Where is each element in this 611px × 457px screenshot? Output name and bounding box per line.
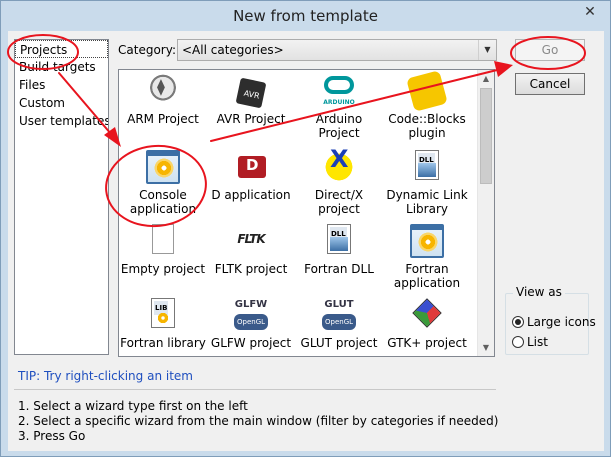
dialog-body: Projects Build targets Files Custom User… [8, 31, 604, 451]
instruction-step: 3. Press Go [18, 429, 86, 443]
type-item-custom[interactable]: Custom [15, 94, 108, 112]
fltk-icon: FLTK [237, 232, 265, 246]
template-glut-project[interactable]: GLUT OpenGL GLUT project [295, 298, 383, 350]
template-arduino-project[interactable]: ARDUINO Arduino Project [295, 74, 383, 140]
app-window-icon [410, 224, 444, 258]
scroll-thumb[interactable] [480, 88, 492, 184]
vertical-scrollbar[interactable]: ▲ ▼ [477, 70, 494, 356]
template-gtk-project[interactable]: GTK+ project [383, 298, 471, 350]
lib-icon: LIB [146, 298, 180, 332]
instructions: 1. Select a wizard type first on the lef… [18, 399, 498, 444]
template-label: Dynamic Link Library [386, 188, 468, 216]
template-label: Arduino Project [315, 112, 363, 140]
gnu-icon [146, 74, 180, 108]
divider [14, 389, 496, 390]
type-item-user-templates[interactable]: User templates [15, 112, 108, 130]
dll-icon: DLL [322, 224, 356, 258]
scroll-up-arrow-icon[interactable]: ▲ [478, 70, 494, 87]
radio-checked-icon[interactable] [512, 316, 524, 328]
radio-large-icons[interactable]: Large icons [512, 314, 596, 330]
instruction-step: 2. Select a specific wizard from the mai… [18, 414, 499, 428]
close-icon[interactable]: ✕ [576, 2, 604, 22]
type-item-projects[interactable]: Projects [15, 40, 108, 58]
template-label: GLFW project [210, 336, 292, 350]
template-label: AVR Project [216, 112, 286, 126]
d-language-icon: D [234, 150, 268, 184]
template-label: D application [211, 188, 291, 202]
template-label: Empty project [120, 262, 206, 276]
template-label: Code::Blocks plugin [388, 112, 466, 140]
cancel-button[interactable]: Cancel [515, 73, 585, 95]
template-label: Fortran library [120, 336, 206, 350]
template-codeblocks-plugin[interactable]: Code::Blocks plugin [383, 70, 471, 140]
template-directx-project[interactable]: X Direct/X project [295, 147, 383, 216]
instruction-step: 1. Select a wizard type first on the lef… [18, 399, 248, 413]
radio-label: List [527, 335, 548, 349]
template-empty-project[interactable]: Empty project [119, 224, 207, 276]
scroll-down-arrow-icon[interactable]: ▼ [478, 339, 494, 356]
app-window-icon [146, 150, 180, 184]
template-fortran-application[interactable]: Fortran application [383, 224, 471, 290]
template-fltk-project[interactable]: FLTK FLTK project [207, 224, 295, 276]
template-avr-project[interactable]: AVR AVR Project [207, 74, 295, 126]
gtk-icon [410, 298, 444, 332]
template-label: ARM Project [127, 112, 199, 126]
template-arm-project[interactable]: ARM Project [119, 74, 207, 126]
template-label: Direct/X project [314, 188, 364, 216]
template-grid[interactable]: ARM Project AVR AVR Project ARDUINO Ardu… [118, 69, 495, 357]
view-as-title: View as [513, 285, 565, 299]
radio-unchecked-icon[interactable] [512, 336, 524, 348]
type-item-build-targets[interactable]: Build targets [15, 58, 108, 76]
empty-document-icon [146, 224, 180, 258]
template-fortran-library[interactable]: LIB Fortran library [119, 298, 207, 350]
template-console-application[interactable]: Console application [119, 150, 207, 216]
template-label: GLUT project [300, 336, 378, 350]
wizard-type-list[interactable]: Projects Build targets Files Custom User… [14, 39, 109, 355]
template-fortran-dll[interactable]: DLL Fortran DLL [295, 224, 383, 276]
category-dropdown[interactable]: <All categories> ▼ [177, 39, 497, 61]
dialog-title: New from template [233, 7, 378, 25]
glut-icon: GLUT OpenGL [322, 298, 357, 332]
arduino-icon: ARDUINO [322, 74, 356, 108]
radio-label: Large icons [527, 315, 596, 329]
template-dynamic-link-library[interactable]: DLL Dynamic Link Library [383, 150, 471, 216]
template-glfw-project[interactable]: GLFW OpenGL GLFW project [207, 298, 295, 350]
category-value: <All categories> [182, 43, 284, 57]
go-button[interactable]: Go [515, 39, 585, 61]
tip-text: TIP: Try right-clicking an item [18, 369, 193, 383]
template-d-application[interactable]: D D application [207, 150, 295, 202]
template-label: Fortran DLL [304, 262, 374, 276]
category-label: Category: [118, 43, 176, 57]
directx-icon: X [322, 147, 356, 184]
glfw-icon: GLFW OpenGL [234, 298, 269, 332]
type-item-files[interactable]: Files [15, 76, 108, 94]
template-label: Console application [129, 188, 197, 216]
new-from-template-dialog: New from template ✕ Projects Build targe… [0, 0, 611, 457]
dll-icon: DLL [410, 150, 444, 184]
template-label: FLTK project [214, 262, 288, 276]
radio-list[interactable]: List [512, 334, 548, 350]
avr-chip-icon: AVR [234, 74, 268, 109]
puzzle-icon [406, 70, 448, 112]
template-label: Fortran application [393, 262, 461, 290]
chevron-down-icon[interactable]: ▼ [478, 40, 496, 60]
title-bar: New from template ✕ [1, 1, 610, 31]
template-label: GTK+ project [387, 336, 467, 350]
